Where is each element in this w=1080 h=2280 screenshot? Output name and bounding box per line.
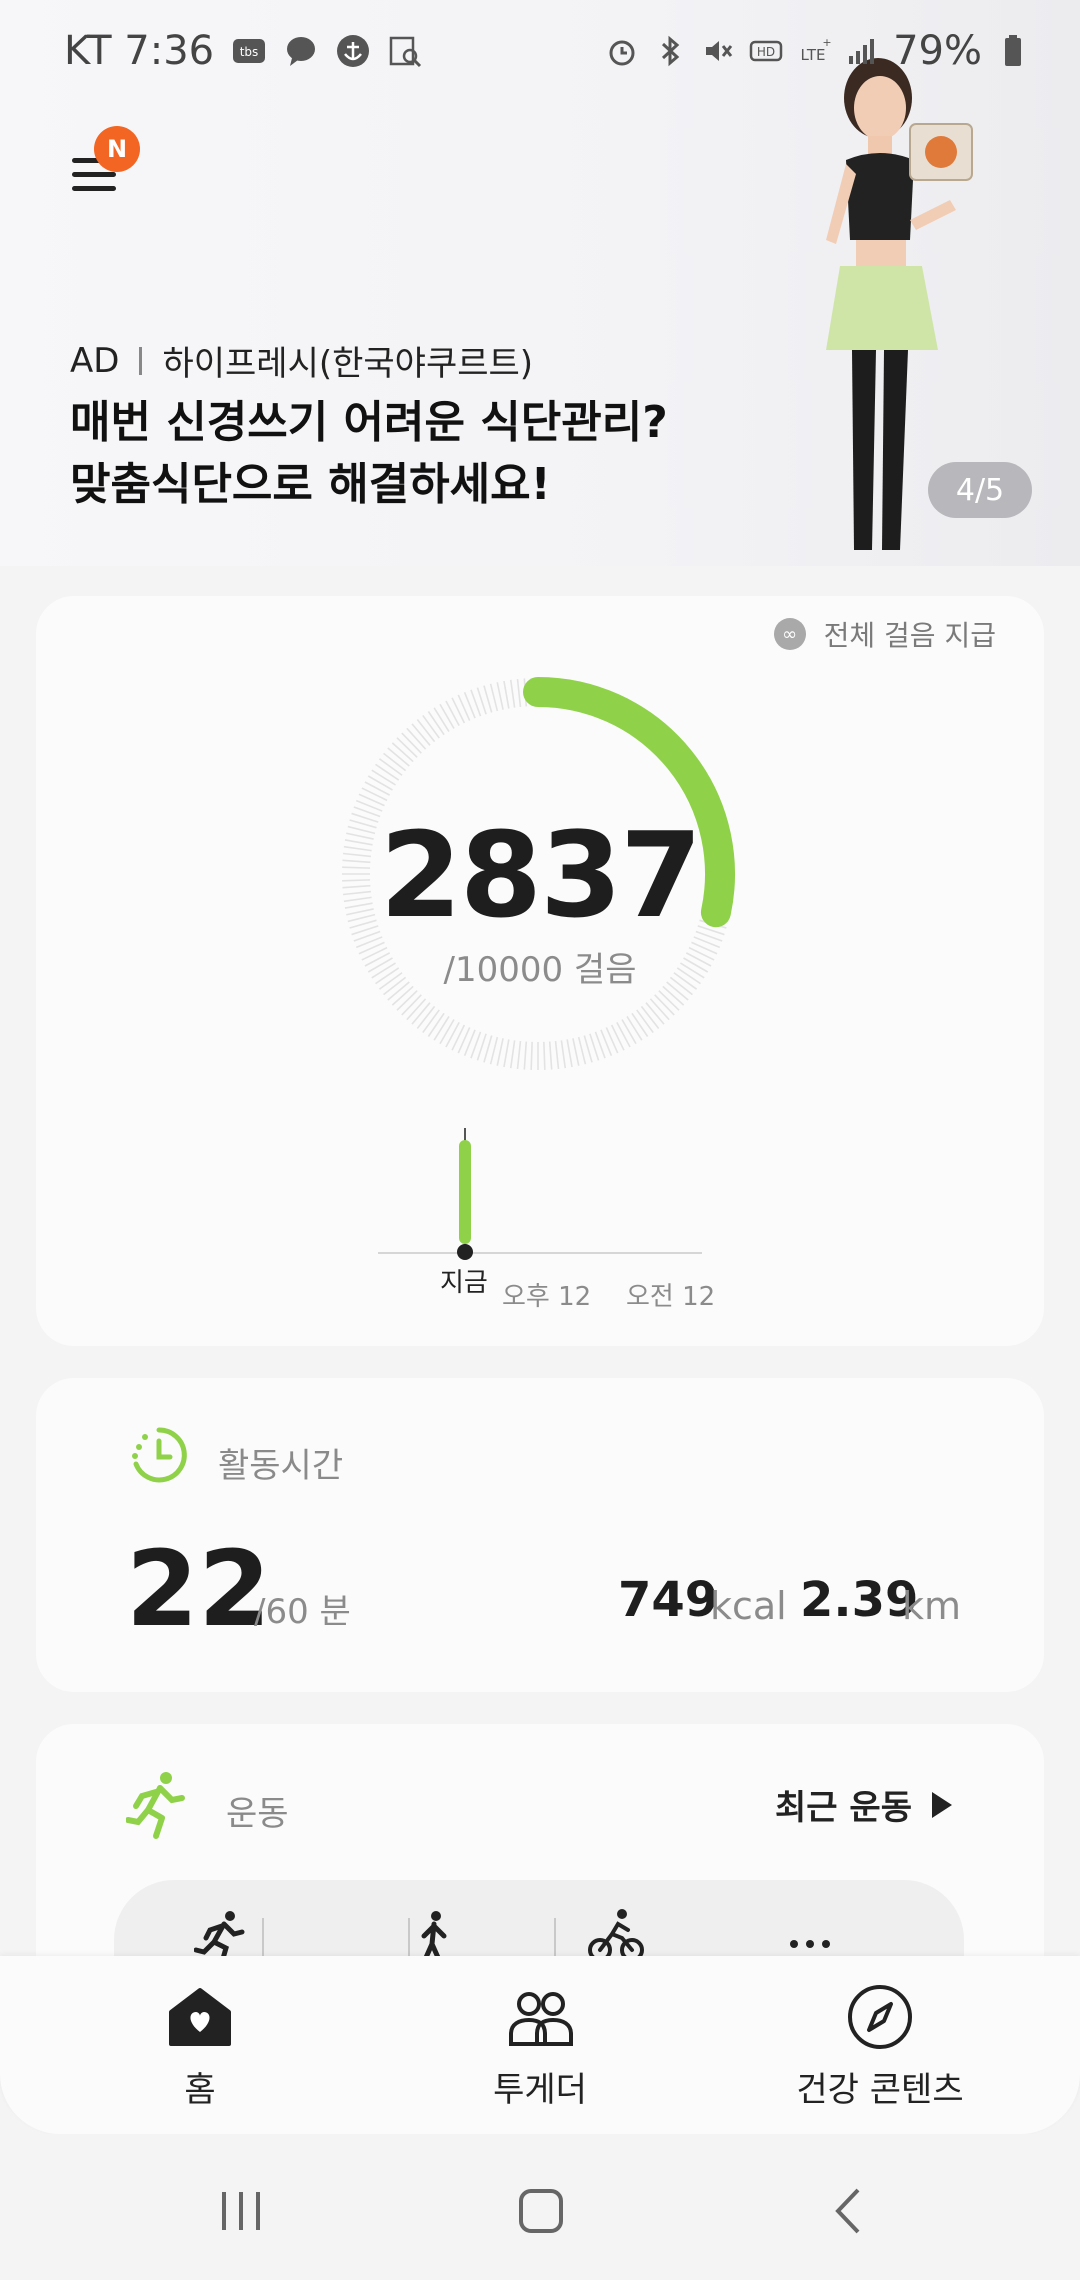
battery-icon (1005, 35, 1021, 66)
notification-badge: N (94, 126, 140, 172)
lte-icon: LTE+ (801, 36, 831, 64)
play-arrow-icon (932, 1791, 952, 1818)
tab-home[interactable]: 홈 (50, 1982, 350, 2111)
calories-value: 749 (618, 1572, 719, 1628)
timeline-pm-label: 오후 12 (502, 1282, 592, 1312)
home-button-icon[interactable] (516, 2186, 566, 2236)
share-steps-label: 전체 걸음 지급 (823, 619, 996, 652)
ad-advertiser: 하이프레시(한국야쿠르트) (162, 344, 534, 384)
bottom-navigation: 홈 투게더 건강 콘텐츠 (0, 1956, 1080, 2134)
tab-together[interactable]: 투게더 (390, 1982, 690, 2111)
tab-together-label: 투게더 (493, 2070, 587, 2110)
svg-text:HD: HD (757, 45, 775, 59)
ad-headline-line-1: 매번 신경쓰기 어려운 식단관리? (70, 397, 668, 448)
share-steps-button[interactable]: ∞ 전체 걸음 지급 (773, 614, 996, 654)
svg-text:+: + (822, 36, 831, 49)
mute-icon (706, 41, 733, 61)
active-minutes: 22 (126, 1528, 271, 1650)
ad-line: AD 하이프레시(한국야쿠르트) (70, 336, 533, 385)
svg-text:tbs: tbs (240, 45, 259, 59)
bluetooth-icon (662, 35, 680, 67)
battery-percent: 79% (893, 28, 982, 74)
chat-bubble-icon (287, 37, 316, 66)
timeline-axis (378, 1252, 702, 1254)
ad-headline[interactable]: 매번 신경쓰기 어려운 식단관리? 맞춤식단으로 해결하세요! (70, 392, 710, 516)
timeline-am-label: 오전 12 (626, 1282, 716, 1312)
steps-card[interactable]: ∞ 전체 걸음 지급 2837 /10000 걸음 지금 오후 12 오전 12 (36, 596, 1044, 1346)
tbs-icon: tbs (233, 39, 266, 63)
back-icon[interactable] (824, 2186, 874, 2236)
ad-label: AD (70, 340, 120, 381)
exercise-title: 운동 (226, 1794, 289, 1834)
timer-icon (132, 1427, 187, 1483)
link-icon: ∞ (773, 618, 806, 650)
recent-apps-icon[interactable] (216, 2186, 266, 2236)
recent-exercise-label: 최근 운동 (775, 1788, 912, 1828)
timeline-now-dot (457, 1244, 473, 1260)
status-bar: KT 7:36 tbs HD LTE + 79% (0, 0, 1080, 110)
carrier-time: KT 7:36 (64, 28, 215, 74)
anchor-icon (337, 35, 370, 67)
divider (139, 346, 143, 375)
alarm-icon (609, 40, 635, 66)
steps-count: 2837 (379, 806, 702, 944)
signal-icon (849, 39, 875, 64)
active-time-card[interactable]: 활동시간 22 /60 분 749 kcal 2.39 km (36, 1378, 1044, 1692)
search-chart-icon (389, 36, 422, 68)
active-goal: /60 분 (254, 1592, 351, 1632)
tab-home-label: 홈 (184, 2070, 216, 2110)
timeline-step-bar (459, 1140, 471, 1244)
timeline-now-label: 지금 (440, 1268, 488, 1298)
calories-unit: kcal (710, 1584, 787, 1628)
distance-unit: km (902, 1584, 962, 1628)
compass-icon (848, 1985, 912, 2049)
running-icon (126, 1772, 185, 1839)
tab-health-content-label: 건강 콘텐츠 (796, 2070, 964, 2110)
tab-health-content[interactable]: 건강 콘텐츠 (730, 1982, 1030, 2111)
hd-icon: HD (749, 40, 783, 62)
people-icon (509, 1992, 573, 2046)
distance-value: 2.39 (800, 1572, 919, 1628)
system-navigation-bar (0, 2134, 1080, 2280)
recent-exercise-link[interactable]: 최근 운동 (775, 1780, 952, 1829)
steps-goal: /10000 걸음 (443, 950, 637, 990)
banner-pager: 4/5 (928, 462, 1032, 518)
home-icon (169, 1988, 231, 2046)
ad-headline-line-2: 맞춤식단으로 해결하세요! (70, 459, 551, 510)
active-time-title: 활동시간 (218, 1446, 344, 1486)
